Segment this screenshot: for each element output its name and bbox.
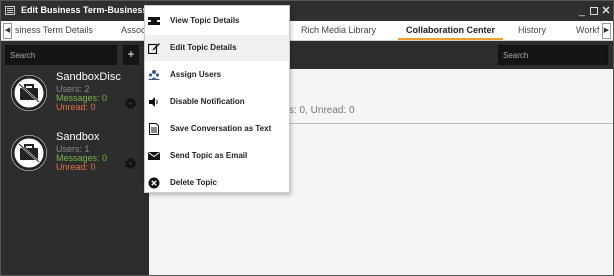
menu-item-label: Send Topic as Email [170,151,248,160]
speaker-icon [149,97,158,107]
users-icon [148,70,160,80]
gear-icon[interactable] [124,97,137,110]
tab-history[interactable]: History [518,21,546,41]
tab-scroll-right-icon[interactable]: ▶ [602,23,611,39]
app-window-icon [5,6,15,15]
tab-rich-media-library[interactable]: Rich Media Library [301,21,376,41]
minimize-icon[interactable]: _ [576,4,588,18]
topic-item-sandbox[interactable]: Sandbox Users: 1 Messages: 0 Unread: 0 [1,131,149,187]
envelope-icon [148,152,160,160]
topics-sidebar: + SandboxDisc Users: 2 Messages: 0 Unrea… [1,41,149,275]
menu-item-send-topic-as-email[interactable]: Send Topic as Email [145,143,289,169]
menu-item-delete-topic[interactable]: Delete Topic [145,170,289,196]
menu-item-disable-notification[interactable]: Disable Notification [145,89,289,115]
topic-item-sandboxdisc[interactable]: SandboxDisc Users: 2 Messages: 0 Unread:… [1,71,149,127]
delete-icon [148,177,160,189]
topic-search-input[interactable] [5,45,117,65]
close-icon[interactable]: ✕ [600,4,612,18]
topic-avatar-icon [11,135,47,171]
tab-collaboration-center[interactable]: Collaboration Center [397,21,504,41]
menu-item-label: Delete Topic [170,178,217,187]
menu-item-label: Assign Users [170,70,222,79]
view-details-icon [148,17,160,25]
maximize-icon[interactable] [588,4,600,18]
menu-item-save-conversation-as-text[interactable]: Save Conversation as Text [145,116,289,142]
tab-strip: ◀ siness Term Details Assoc Rich Media L… [1,21,613,41]
topic-context-menu: View Topic Details Edit Topic Details As… [144,5,290,193]
topic-unread-count: Unread: 0 [56,162,96,172]
topic-avatar-icon [11,75,47,111]
add-topic-button[interactable]: + [123,45,139,65]
tab-business-term-details[interactable]: siness Term Details [15,21,93,41]
menu-item-view-topic-details[interactable]: View Topic Details [145,8,289,34]
title-bar: Edit Business Term-Business_Term _ ✕ [1,1,613,21]
document-icon [149,123,159,135]
edit-icon [148,43,160,54]
topic-name: Sandbox [56,131,100,143]
menu-item-edit-topic-details[interactable]: Edit Topic Details [145,35,289,61]
window-title: Edit Business Term-Business_Term [21,5,145,15]
menu-item-assign-users[interactable]: Assign Users [145,62,289,88]
edit-business-term-window: Edit Business Term-Business_Term _ ✕ ◀ s… [0,0,614,276]
tab-scroll-left-icon[interactable]: ◀ [3,23,12,39]
menu-item-label: Save Conversation as Text [170,124,272,133]
menu-item-label: Edit Topic Details [170,43,237,52]
menu-item-label: Disable Notification [170,97,245,106]
topic-summary-text: s: 0, Unread: 0 [289,105,355,116]
menu-item-label: View Topic Details [170,16,240,25]
gear-icon[interactable] [124,157,137,170]
topic-name: SandboxDisc [56,71,121,83]
conversation-search-input[interactable] [498,45,608,65]
topic-unread-count: Unread: 0 [56,102,96,112]
tab-associations[interactable]: Assoc [121,21,146,41]
tab-workflow[interactable]: Workf [576,21,599,41]
